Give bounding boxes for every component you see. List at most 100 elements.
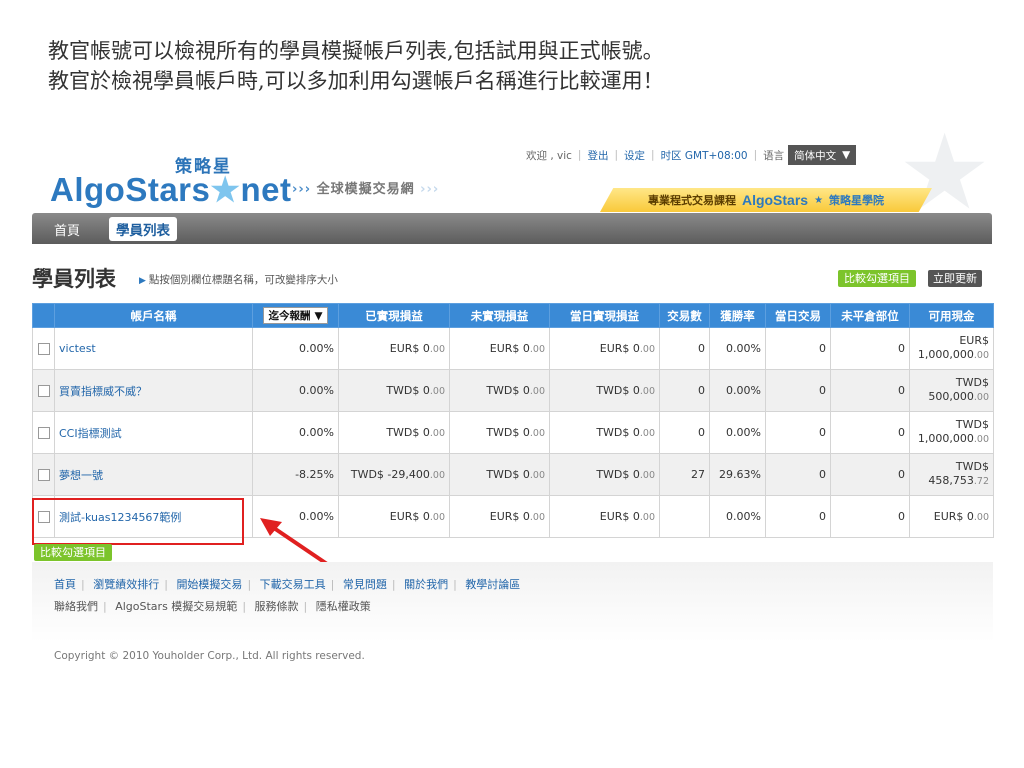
top-user-nav: 欢迎 , vic | 登出 | 设定 | 时区 GMT+08:00 | 语言 简… [526,145,857,165]
header-account-name[interactable]: 帳戶名稱 [54,303,253,328]
language-select[interactable]: 简体中文 ▼ [788,145,857,165]
cash-cell: TWD$ 500,000.00 [909,369,994,412]
header-daily-realized[interactable]: 當日實現損益 [549,303,660,328]
sort-hint: ▶ 點按個別欄位標題名稱，可改變排序大小 [139,274,338,286]
caption-line-1: 教官帳號可以檢視所有的學員模擬帳戶列表,包括試用與正式帳號。 [48,39,664,63]
trades-cell [659,495,710,538]
compare-selected-button[interactable]: 比較勾選項目 [838,270,916,287]
realized-cell: EUR$ 0.00 [338,327,450,370]
daily-realized-cell: EUR$ 0.00 [549,495,660,538]
win-rate-cell: 29.63% [709,453,766,496]
header-win-rate[interactable]: 獲勝率 [709,303,766,328]
cash-cell: EUR$ 1,000,000.00 [909,327,994,370]
unrealized-cell: TWD$ 0.00 [449,453,550,496]
open-positions-cell: 0 [830,411,910,454]
open-positions-cell: 0 [830,369,910,412]
realized-cell: TWD$ -29,400.00 [338,453,450,496]
cash-cell: TWD$ 1,000,000.00 [909,411,994,454]
page-title: 學員列表 [32,267,116,291]
footer-link[interactable]: 服務條款 [255,600,299,613]
row-checkbox[interactable] [37,343,50,355]
footer-links-secondary: 聯絡我們 | AlgoStars 模擬交易規範 | 服務條款 | 隱私權政策 [54,600,371,613]
daily-realized-cell: EUR$ 0.00 [549,327,660,370]
compare-selected-button-bottom[interactable]: 比較勾選項目 [34,544,112,561]
site-logo[interactable]: 策略星 AlgoStars★net [50,140,292,210]
footer-link[interactable]: 教學討論區 [465,578,520,591]
footer-link[interactable]: 關於我們 [404,578,448,591]
daily-trades-cell: 0 [765,495,831,538]
header-open-positions[interactable]: 未平倉部位 [830,303,910,328]
site-slogan: ››› 全球模擬交易網 ››› [292,182,440,197]
return-cell: 0.00% [252,369,339,412]
account-name-link[interactable]: victest [59,342,96,355]
nav-home[interactable]: 首頁 [54,220,80,239]
row-checkbox[interactable] [37,469,50,481]
unrealized-cell: EUR$ 0.00 [449,327,550,370]
footer-link[interactable]: 常見問題 [343,578,387,591]
annotation-highlight-box [32,498,244,545]
account-name-link[interactable]: 夢想一號 [59,469,103,482]
unrealized-cell: TWD$ 0.00 [449,411,550,454]
return-cell: -8.25% [252,453,339,496]
open-positions-cell: 0 [830,453,910,496]
realized-cell: TWD$ 0.00 [338,411,450,454]
trades-cell: 0 [659,327,710,370]
table-row: 夢想一號 -8.25% TWD$ -29,400.00 TWD$ 0.00 TW… [32,453,994,496]
footer-link[interactable]: 下載交易工具 [260,578,326,591]
refresh-button[interactable]: 立即更新 [928,270,982,287]
win-rate-cell: 0.00% [709,411,766,454]
welcome-text: 欢迎 , vic [526,149,572,162]
daily-realized-cell: TWD$ 0.00 [549,369,660,412]
footer-link[interactable]: 瀏覽績效排行 [93,578,159,591]
daily-trades-cell: 0 [765,453,831,496]
logo-english: AlgoStars★net [50,171,292,208]
header-trades[interactable]: 交易數 [659,303,710,328]
trades-cell: 27 [659,453,710,496]
footer-link[interactable]: 隱私權政策 [316,600,371,613]
promo-banner[interactable]: 專業程式交易課程 AlgoStars ★ 策略星學院 [600,188,932,212]
footer-link[interactable]: 聯絡我們 [54,600,98,613]
chevron-down-icon: ▼ [314,309,323,322]
chevron-down-icon: ▼ [842,149,851,161]
language-label: 语言 [763,149,785,162]
nav-student-list[interactable]: 學員列表 [109,217,177,241]
settings-link[interactable]: 设定 [624,148,645,163]
win-rate-cell: 0.00% [709,327,766,370]
table-row: CCI指標測試 0.00% TWD$ 0.00 TWD$ 0.00 TWD$ 0… [32,411,994,454]
realized-cell: EUR$ 0.00 [338,495,450,538]
account-name-link[interactable]: CCI指標測試 [59,427,122,440]
daily-realized-cell: TWD$ 0.00 [549,411,660,454]
row-checkbox[interactable] [37,427,50,439]
return-cell: 0.00% [252,411,339,454]
footer-link[interactable]: 開始模擬交易 [176,578,242,591]
header-daily-trades[interactable]: 當日交易 [765,303,831,328]
footer-links-primary: 首頁 | 瀏覽績效排行 | 開始模擬交易 | 下載交易工具 | 常見問題 | 關於我們 | … [54,578,521,591]
slide-caption: 教官帳號可以檢視所有的學員模擬帳戶列表,包括試用與正式帳號。 教官於檢視學員帳戶… [48,36,988,96]
win-rate-cell: 0.00% [709,369,766,412]
logo-star-icon: ★ [210,171,241,208]
sort-select[interactable]: 迄今報酬 ▼ [263,307,328,324]
header-checkbox [32,303,55,328]
footer-link[interactable]: 首頁 [54,578,76,591]
cash-cell: EUR$ 0.00 [909,495,994,538]
table-row: 買賣指標威不威？ 0.00% TWD$ 0.00 TWD$ 0.00 TWD$ … [32,369,994,412]
account-name-link[interactable]: 買賣指標威不威？ [59,385,147,398]
daily-trades-cell: 0 [765,369,831,412]
footer-link[interactable]: AlgoStars 模擬交易規範 [115,600,237,613]
daily-trades-cell: 0 [765,411,831,454]
triangle-right-icon: ▶ [139,276,146,286]
logout-link[interactable]: 登出 [587,148,608,163]
main-navbar: 首頁 學員列表 [32,213,992,244]
header-unrealized[interactable]: 未實現損益 [449,303,550,328]
header-realized[interactable]: 已實現損益 [338,303,450,328]
cash-cell: TWD$ 458,753.72 [909,453,994,496]
header-sort[interactable]: 迄今報酬 ▼ [252,303,339,328]
star-icon: ★ [814,194,824,206]
daily-realized-cell: TWD$ 0.00 [549,453,660,496]
header-cash[interactable]: 可用現金 [909,303,994,328]
copyright-text: Copyright © 2010 Youholder Corp., Ltd. A… [54,650,365,662]
timezone-link[interactable]: 时区 GMT+08:00 [661,148,748,163]
win-rate-cell: 0.00% [709,495,766,538]
row-checkbox[interactable] [37,385,50,397]
trades-cell: 0 [659,411,710,454]
